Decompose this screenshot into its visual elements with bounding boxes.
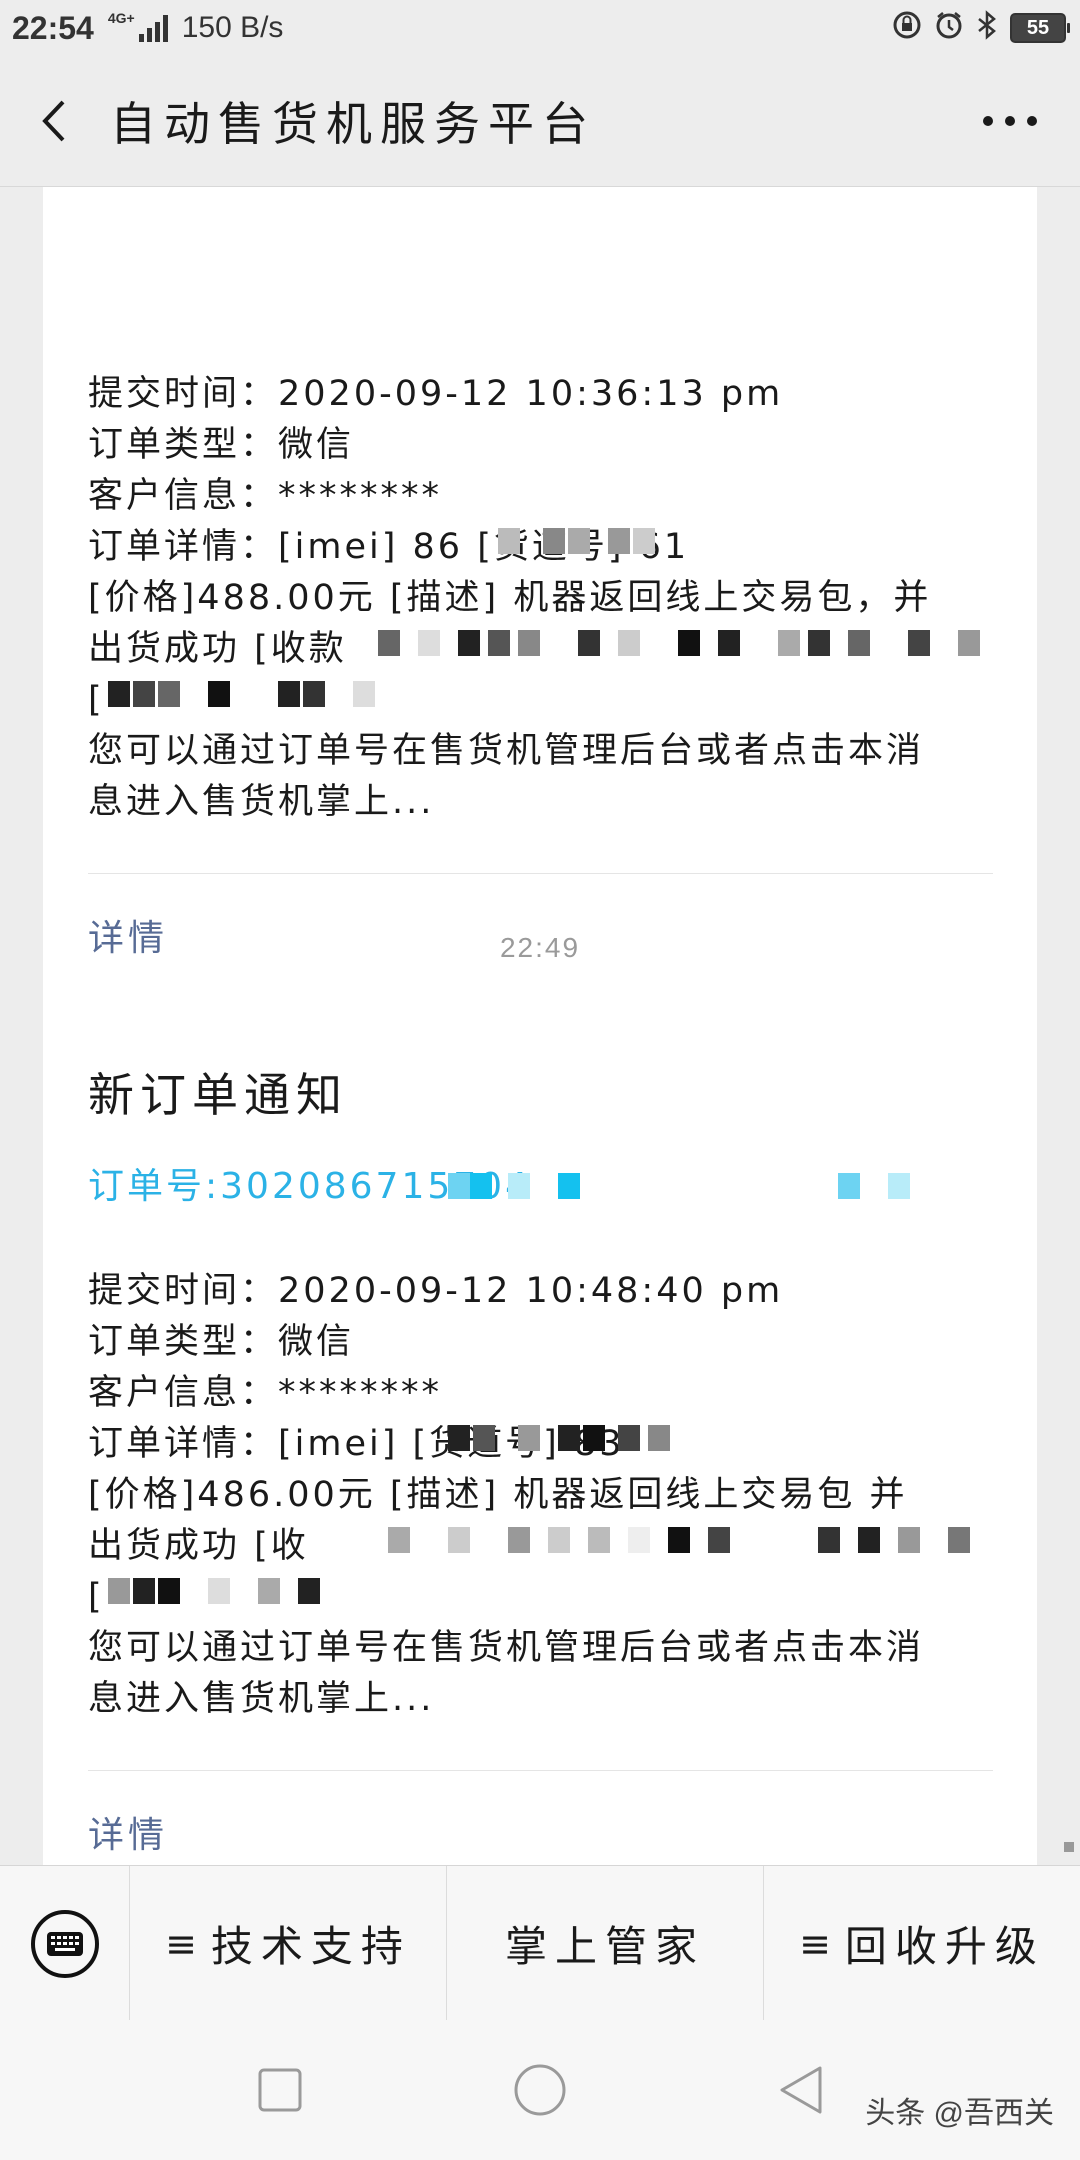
more-button[interactable] [970, 81, 1050, 161]
field-line: 出货成功 [收 [88, 1521, 993, 1572]
redaction-mosaic [378, 630, 998, 670]
redaction-mosaic [108, 1578, 408, 1618]
net-speed: 150 B/s [181, 11, 284, 44]
signal-icon [138, 14, 168, 42]
menu-item-label: 技术支持 [210, 1922, 411, 1971]
field-line: 客户信息：******** [88, 1373, 443, 1413]
field-line: [ [88, 675, 993, 726]
message-fields: 提交时间：2020-09-12 10:36:13 pm 订单类型：微信 客户信息… [88, 187, 993, 828]
title-bar: 自动售货机服务平台 [0, 56, 1080, 187]
message-fields: 提交时间：2020-09-12 10:48:40 pm 订单类型：微信 客户信息… [88, 1266, 993, 1725]
field-line: 提交时间：2020-09-12 10:48:40 pm [88, 1271, 784, 1311]
field-line: 客户信息：******** [88, 476, 443, 516]
details-link[interactable]: 详情 [88, 1771, 993, 1865]
field-line: 息进入售货机掌上... [88, 782, 435, 822]
menu-item-recycle-upgrade[interactable]: ≡ 回收升级 [764, 1866, 1080, 2021]
time-separator: 22:49 [499, 932, 581, 963]
back-button[interactable] [0, 56, 110, 186]
system-nav-bar: 头条 @吾西关 [0, 2020, 1080, 2160]
home-circle-icon [514, 2064, 566, 2116]
field-line: 您可以通过订单号在售货机管理后台或者点击本消 [88, 731, 925, 771]
home-button[interactable] [510, 2060, 570, 2120]
redaction-mosaic [108, 681, 438, 721]
keyboard-icon [30, 1909, 99, 1978]
field-line: 您可以通过订单号在售货机管理后台或者点击本消 [88, 1628, 925, 1668]
bluetooth-icon [976, 9, 998, 47]
message-title: 新订单通知 [88, 1068, 348, 1122]
keyboard-toggle-button[interactable] [0, 1866, 130, 2021]
submenu-icon: ≡ [165, 1921, 197, 1966]
alarm-icon [934, 10, 964, 47]
field-line: [ [88, 1572, 993, 1623]
chevron-left-icon [42, 100, 65, 142]
back-nav-button[interactable] [770, 2060, 830, 2120]
field-line: 订单类型：微信 [88, 425, 355, 465]
network-type: 4G+ [107, 9, 135, 26]
bottom-menu: ≡ 技术支持 掌上管家 ≡ 回收升级 [0, 1865, 1080, 2021]
field-line: [价格]488.00元 [描述] 机器返回线上交易包，并 [88, 578, 932, 618]
recents-button[interactable] [250, 2060, 310, 2120]
menu-item-pocket-manager[interactable]: 掌上管家 [447, 1866, 764, 2021]
more-dots-icon [983, 116, 1037, 126]
back-triangle-icon [780, 2066, 822, 2114]
field-line: 订单类型：微信 [88, 1322, 355, 1362]
field-line: 息进入售货机掌上... [88, 1679, 435, 1719]
redaction-mosaic [388, 1527, 1008, 1567]
message-card[interactable]: 新订单通知 订单号:302086715704 提交时间：2020-09-12 1… [43, 1010, 1037, 1865]
message-list[interactable]: 提交时间：2020-09-12 10:36:13 pm 订单类型：微信 客户信息… [0, 187, 1080, 1865]
menu-item-tech-support[interactable]: ≡ 技术支持 [130, 1866, 447, 2021]
battery-icon: 55 [1010, 13, 1070, 43]
page-title: 自动售货机服务平台 [110, 97, 596, 151]
field-line: [价格]486.00元 [描述] 机器返回线上交易包 并 [88, 1475, 908, 1515]
scroll-indicator [1064, 1842, 1074, 1852]
status-left: 22:54 4G+ 150 B/s [0, 10, 283, 47]
field-line: 提交时间：2020-09-12 10:36:13 pm [88, 374, 784, 414]
field-line: 订单详情：[imei] 86 [货道号] 61 [88, 522, 993, 573]
menu-item-label: 掌上管家 [504, 1922, 705, 1971]
status-time: 22:54 [12, 9, 94, 46]
order-number: 订单号:302086715704 [88, 1163, 993, 1211]
status-right: 55 [892, 9, 1080, 47]
watermark: 头条 @吾西关 [865, 2097, 1054, 2130]
submenu-icon: ≡ [799, 1921, 831, 1966]
field-line: 订单详情：[imei] [货道号] 83 [88, 1419, 993, 1470]
menu-item-label: 回收升级 [844, 1922, 1045, 1971]
field-line: 出货成功 [收款 [88, 624, 993, 675]
recents-square-icon [258, 2068, 302, 2112]
status-bar: 22:54 4G+ 150 B/s 55 [0, 0, 1080, 56]
lock-rotate-icon [892, 10, 922, 47]
